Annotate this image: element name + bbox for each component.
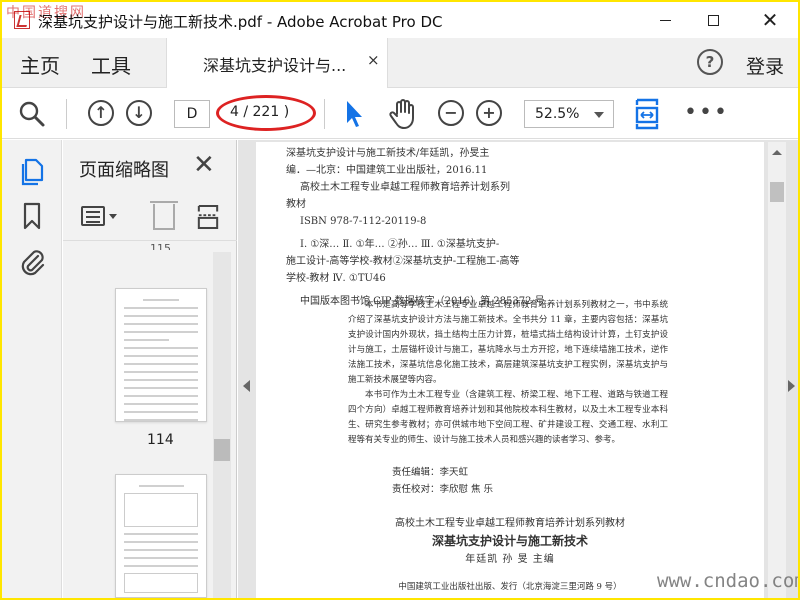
toolbar-separator — [324, 99, 325, 129]
close-panel-button[interactable]: ✕ — [193, 150, 215, 180]
hand-tool-icon[interactable] — [388, 98, 418, 130]
page-thumbnails-icon[interactable] — [20, 158, 46, 186]
scrollbar-handle[interactable] — [770, 182, 784, 202]
next-page-icon[interactable]: ↓ — [126, 100, 152, 126]
thumbnails-panel: 页面缩略图 ✕ 115 114 — [63, 140, 237, 598]
extract-pages-icon[interactable] — [197, 204, 219, 230]
previous-page-icon[interactable]: ↑ — [88, 100, 114, 126]
more-options-icon[interactable]: ••• — [684, 100, 729, 125]
thumbnails-scrollbar[interactable] — [213, 252, 231, 598]
pdf-page: 深基坑支护设计与施工新技术/年廷凯，孙旻主 编．—北京：中国建筑工业出版社，20… — [256, 142, 764, 598]
bookmark-icon[interactable] — [22, 202, 42, 230]
left-icon-rail — [2, 140, 62, 598]
document-tab-label: 深基坑支护设计与... — [203, 56, 347, 75]
thumbnail-label: 114 — [147, 432, 174, 448]
tab-document[interactable]: 深基坑支护设计与... × — [166, 38, 388, 88]
watermark-bottom: www.cndao.com — [657, 570, 798, 592]
help-icon[interactable]: ? — [697, 49, 723, 75]
zoom-level-select[interactable]: 52.5% — [524, 100, 614, 128]
book-title: 深基坑支护设计与施工新技术 — [431, 534, 588, 548]
close-tab-button[interactable]: × — [367, 51, 380, 69]
thumbnail-label-partial: 115 — [150, 242, 171, 250]
acrobat-window: 中国道搜网 深基坑支护设计与施工新技术.pdf - Adobe Acrobat … — [2, 2, 798, 598]
fit-page-icon[interactable] — [634, 98, 660, 130]
attachment-icon[interactable] — [18, 246, 46, 278]
series-title: 高校土木工程专业卓越工程师教育培养计划系列教材 — [395, 518, 625, 529]
red-highlight-annotation — [216, 95, 316, 131]
cip-line: Ⅰ. ①深… Ⅱ. ①年… ②孙… Ⅲ. ①深基坑支护- — [300, 239, 500, 250]
document-scrollbar[interactable] — [768, 142, 786, 598]
cip-line: 高校土木工程专业卓越工程师教育培养计划系列 — [300, 182, 510, 193]
abstract-paragraph: 本书是高等学校土木工程专业卓越工程师教育培养计划系列教材之一，书中系统介绍了深基… — [348, 300, 668, 385]
maximize-icon — [707, 14, 719, 26]
cip-line: 学校-教材 Ⅳ. ①TU46 — [286, 273, 386, 284]
tab-tools[interactable]: 工具 — [91, 50, 131, 79]
search-icon[interactable] — [18, 100, 46, 128]
book-authors: 年廷凯 孙 旻 主编 — [465, 554, 555, 565]
minimize-icon — [659, 19, 671, 21]
cip-line: 深基坑支护设计与施工新技术/年廷凯，孙旻主 — [286, 148, 490, 159]
trash-icon[interactable] — [150, 201, 178, 230]
responsible-editor: 责任编辑：李天虹 — [392, 467, 469, 478]
scrollbar-handle[interactable] — [214, 439, 230, 461]
abstract: 本书是高等学校土木工程专业卓越工程师教育培养计划系列教材之一，书中系统介绍了深基… — [348, 298, 668, 448]
cip-line: 编．—北京：中国建筑工业出版社，2016.11 — [286, 165, 488, 176]
document-view: 深基坑支护设计与施工新技术/年廷凯，孙旻主 编．—北京：中国建筑工业出版社，20… — [238, 140, 798, 598]
toolbar-separator — [66, 99, 67, 129]
select-cursor-icon[interactable] — [344, 99, 366, 129]
login-button[interactable]: 登录 — [746, 52, 784, 79]
zoom-out-icon[interactable]: − — [438, 100, 464, 126]
cip-line: 施工设计-高等学校-教材②深基坑支护-工程施工-高等 — [286, 256, 520, 267]
thumbnail-options-icon[interactable] — [81, 206, 117, 228]
toolbar: ↑ ↓ D 4 / 221 ) − + 52.5% ••• — [2, 89, 798, 139]
thumbnail-page[interactable] — [115, 288, 207, 422]
thumbnails-title: 页面缩略图 — [79, 160, 169, 181]
isbn: ISBN 978-7-112-20119-8 — [300, 216, 427, 227]
scroll-up-icon[interactable] — [772, 150, 782, 155]
page-number-input[interactable]: D — [174, 100, 210, 128]
minimize-button[interactable] — [642, 2, 688, 38]
close-window-button[interactable]: ✕ — [747, 2, 793, 38]
editors-block: 责任编辑：李天虹 责任校对：李欣慰 焦 乐 — [392, 464, 493, 498]
thumbnails-toolbar — [63, 195, 237, 241]
tab-bar: 主页 工具 深基坑支护设计与... × ? 登录 — [2, 38, 798, 88]
cip-block: 深基坑支护设计与施工新技术/年廷凯，孙旻主 编．—北京：中国建筑工业出版社，20… — [286, 146, 586, 311]
title-bar: 中国道搜网 深基坑支护设计与施工新技术.pdf - Adobe Acrobat … — [2, 2, 798, 38]
tab-home[interactable]: 主页 — [20, 50, 60, 79]
abstract-paragraph: 本书可作为土木工程专业（含建筑工程、桥梁工程、地下工程、道路与铁道工程四个方向）… — [348, 390, 668, 445]
collapse-left-icon[interactable] — [243, 380, 250, 392]
thumbnail-page[interactable] — [115, 474, 207, 598]
maximize-button[interactable] — [690, 2, 736, 38]
window-title: 深基坑支护设计与施工新技术.pdf - Adobe Acrobat Pro DC — [38, 13, 443, 31]
collapse-right-icon[interactable] — [788, 380, 795, 392]
cip-line: 教材 — [286, 199, 306, 210]
proofreader: 责任校对：李欣慰 焦 乐 — [392, 484, 494, 495]
zoom-in-icon[interactable]: + — [476, 100, 502, 126]
